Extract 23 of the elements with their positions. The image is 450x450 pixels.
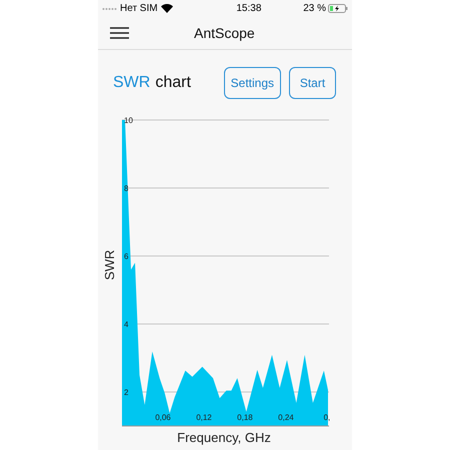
y-tick-label: 6 [124,252,128,261]
y-tick-label: 2 [124,388,128,397]
battery-text: 23 % [303,2,326,16]
title-accent: SWR [113,72,150,92]
battery-icon [328,4,348,13]
menu-icon[interactable] [110,27,129,39]
x-tick-label: 0,24 [278,413,294,422]
title-text: chart [155,72,191,92]
x-tick-label: 0,06 [155,413,171,422]
time-text: 15:38 [236,2,262,16]
signal-icon [102,6,117,10]
app-title: AntScope [194,24,255,43]
start-button[interactable]: Start [289,66,336,98]
y-tick-label: 4 [124,320,128,329]
x-tick-label: 0,18 [237,413,253,422]
x-axis-title: Frequency, GHz [177,430,271,445]
x-tick-label: 0,12 [196,413,212,422]
y-tick-label: 8 [124,184,128,193]
y-axis-title: SWR [102,250,117,280]
settings-button[interactable]: Settings [224,66,281,98]
y-tick-label: 10 [124,116,133,125]
wifi-icon [160,4,173,13]
carrier-text: Нет SIM [120,2,158,16]
